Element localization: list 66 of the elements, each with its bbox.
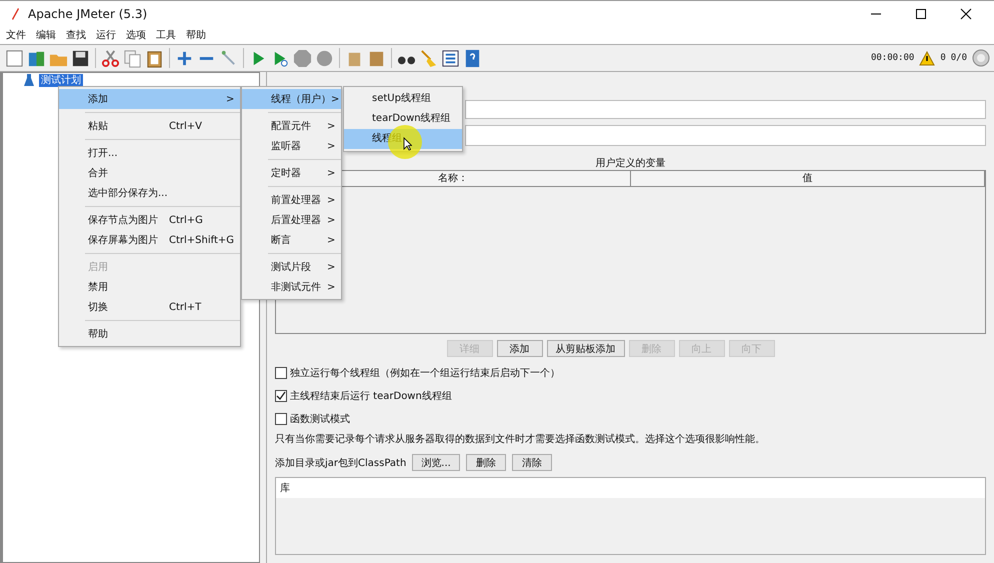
column-header[interactable]: 值 (802, 173, 812, 184)
checkbox[interactable] (275, 412, 287, 424)
menu-item[interactable]: 非测试元件 > (242, 277, 341, 297)
thread-count: 0/0 (950, 53, 967, 63)
checkbox-label[interactable]: 主线程结束后运行 tearDown线程组 (290, 388, 452, 402)
menu-item[interactable]: 切换 Ctrl+T (59, 297, 240, 317)
menu-item[interactable]: 前置处理器 > (242, 190, 341, 210)
checkbox-label[interactable]: 独立运行每个线程组（例如在一个组运行结束后启动下一个） (290, 366, 560, 380)
close-icon[interactable] (960, 8, 972, 20)
menu-item[interactable]: 打开... (59, 143, 240, 163)
column-header[interactable]: 名称： (438, 173, 468, 184)
maximize-icon[interactable] (915, 8, 927, 20)
menu-item[interactable]: 添加 > (59, 89, 240, 109)
remote-icon[interactable] (972, 49, 990, 67)
list-icon[interactable] (441, 48, 460, 68)
menu-item[interactable]: 文件 (6, 28, 26, 42)
menu-item[interactable]: 帮助 (186, 28, 206, 42)
classpath-button[interactable]: 删除 (466, 454, 506, 471)
new-file-icon[interactable] (5, 48, 24, 68)
elapsed-time: 00:00:00 (870, 53, 914, 63)
checkbox-label[interactable]: 函数测试模式 (290, 412, 350, 426)
stop-icon[interactable] (293, 48, 312, 68)
section-title: 用户定义的变量 (594, 156, 666, 170)
scissors-icon[interactable] (101, 48, 120, 68)
menu-item[interactable]: 选中部分保存为... (59, 183, 240, 203)
checkbox[interactable] (275, 366, 287, 378)
menu-item[interactable]: 监听器 > (242, 136, 341, 156)
classpath-label: 添加目录或jar包到ClassPath (275, 456, 406, 470)
clipboard-icon[interactable] (145, 48, 164, 68)
menu-item[interactable]: 工具 (156, 28, 176, 42)
table-button[interactable]: 添加 (496, 340, 542, 357)
menu-item[interactable]: 断言 > (242, 230, 341, 250)
menu-item[interactable]: 配置元件 > (242, 116, 341, 136)
name-field[interactable] (465, 100, 986, 119)
comment-field[interactable] (465, 125, 986, 146)
menu-item[interactable]: 禁用 (59, 277, 240, 297)
table-button[interactable]: 从剪贴板添加 (546, 340, 624, 357)
classpath-button[interactable]: 浏览... (412, 454, 460, 471)
menu-item[interactable]: 保存节点为图片 Ctrl+G (59, 210, 240, 230)
window-title: Apache JMeter (5.3) (28, 6, 148, 20)
menu-item[interactable]: 粘贴 Ctrl+V (59, 116, 240, 136)
menu-item[interactable]: 选项 (126, 28, 146, 42)
column-header[interactable]: 库 (280, 481, 290, 495)
menu-item[interactable]: 后置处理器 > (242, 210, 341, 230)
menu-item[interactable]: setUp线程组 (344, 89, 462, 109)
menu-item[interactable]: 运行 (96, 28, 116, 42)
warning-count: 0 (940, 53, 946, 63)
save-icon[interactable] (71, 48, 90, 68)
help-text: 只有当你需要记录每个请求从服务器取得的数据到文件时才需要选择函数测试模式。选择这个选项很影响性能。 (275, 432, 766, 446)
checkbox[interactable] (275, 390, 287, 402)
copy-icon[interactable] (123, 48, 142, 68)
menu-item[interactable]: 帮助 (59, 324, 240, 344)
tree-node[interactable]: 测试计划 (39, 74, 83, 86)
menu-item[interactable]: 测试片段 > (242, 257, 341, 277)
flask-icon (23, 73, 35, 87)
stop-icon[interactable] (315, 48, 334, 68)
menu-item[interactable]: 定时器 > (242, 163, 341, 183)
menu-item[interactable]: 合并 (59, 163, 240, 183)
menu-item[interactable]: 编辑 (36, 28, 56, 42)
menu-item[interactable]: 保存屏幕为图片 Ctrl+Shift+G (59, 230, 240, 250)
menu-item[interactable]: tearDown线程组 (344, 109, 462, 129)
help-icon[interactable] (463, 48, 482, 68)
menu-item[interactable]: 线程（用户）> (242, 89, 341, 109)
classpath-button[interactable]: 清除 (512, 454, 552, 471)
menu-item[interactable]: 查找 (66, 28, 86, 42)
warning-icon[interactable] (919, 50, 936, 66)
